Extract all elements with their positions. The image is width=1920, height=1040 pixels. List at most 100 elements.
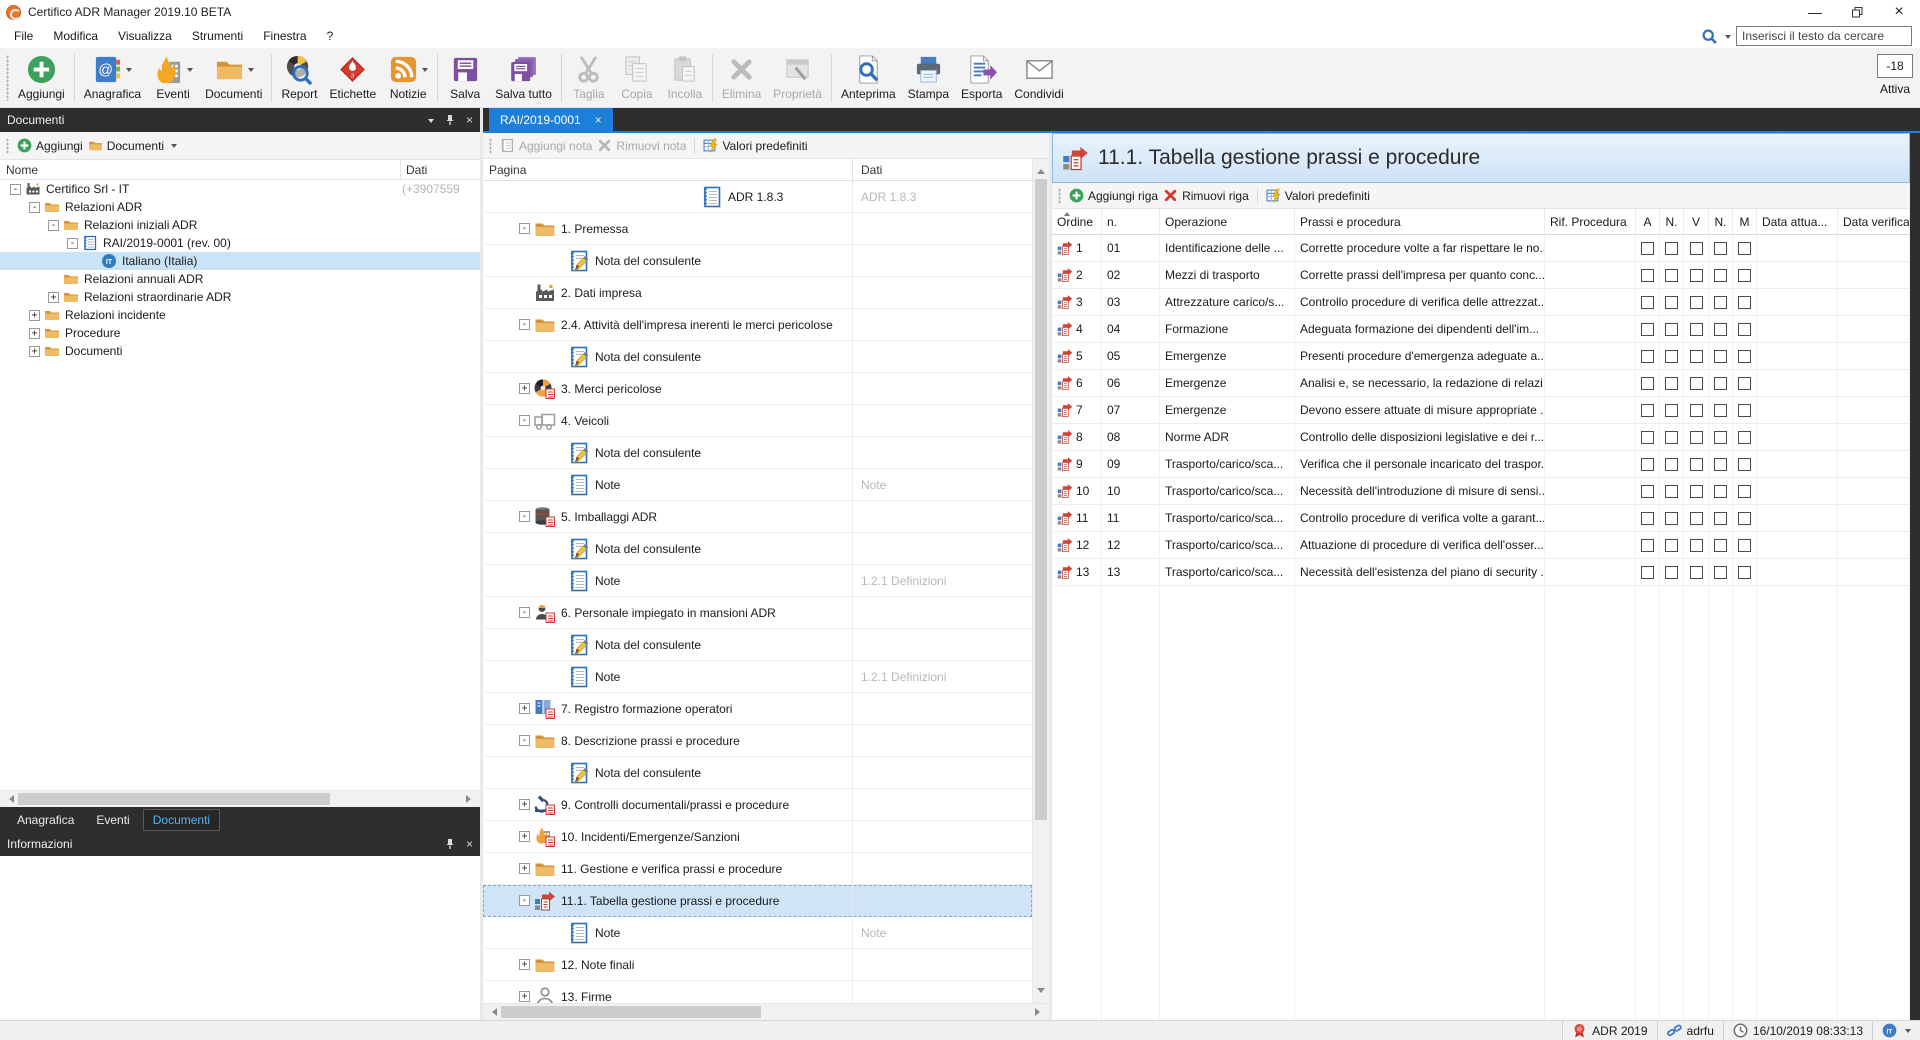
menu-file[interactable]: File (4, 26, 43, 46)
tree-item-relazioni-incidente[interactable]: +Relazioni incidente (0, 306, 480, 324)
close-button[interactable]: × (1878, 0, 1920, 24)
checkbox[interactable] (1690, 404, 1703, 417)
column-header-v[interactable]: V (1684, 209, 1709, 234)
collapse-icon[interactable]: - (519, 735, 530, 746)
page-item-12-note-finali[interactable]: +12. Note finali (483, 949, 1032, 981)
table-row[interactable]: 1010Trasporto/carico/sca...Necessità del… (1052, 478, 1910, 505)
checkbox[interactable] (1690, 269, 1703, 282)
expand-icon[interactable]: + (29, 328, 40, 339)
page-item-9-controlli-documentali-prassi-e-procedure[interactable]: +9. Controlli documentali/prassi e proce… (483, 789, 1032, 821)
expand-icon[interactable]: + (519, 863, 530, 874)
page-item-note[interactable]: Note1.2.1 Definizioni (483, 661, 1032, 693)
checkbox[interactable] (1738, 404, 1751, 417)
search-input[interactable] (1736, 26, 1912, 46)
pages-vertical-scrollbar[interactable] (1032, 159, 1049, 1003)
toolbar-eventi-button[interactable]: Eventi (147, 49, 199, 107)
checkbox[interactable] (1690, 350, 1703, 363)
sidebar-tab-anagrafica[interactable]: Anagrafica (8, 810, 83, 830)
checkbox[interactable] (1690, 458, 1703, 471)
page-item-note[interactable]: Note1.2.1 Definizioni (483, 565, 1032, 597)
chevron-down-icon[interactable] (187, 68, 193, 75)
checkbox[interactable] (1665, 539, 1678, 552)
checkbox[interactable] (1690, 566, 1703, 579)
toolbar-stampa-button[interactable]: Stampa (902, 49, 955, 107)
page-item-6-personale-impiegato-in-mansioni-adr[interactable]: -6. Personale impiegato in mansioni ADR (483, 597, 1032, 629)
add-row-button[interactable]: Aggiungi riga (1069, 188, 1158, 203)
checkbox[interactable] (1714, 512, 1727, 525)
checkbox[interactable] (1690, 485, 1703, 498)
checkbox[interactable] (1641, 323, 1654, 336)
checkbox[interactable] (1641, 269, 1654, 282)
column-header-n[interactable]: N. (1709, 209, 1733, 234)
toolbar-salva-tutto-button[interactable]: Salva tutto (489, 49, 558, 107)
checkbox[interactable] (1665, 296, 1678, 309)
table-row[interactable]: 707EmergenzeDevono essere attuate di mis… (1052, 397, 1910, 424)
toolbar-notizie-button[interactable]: Notizie (382, 49, 434, 107)
tree-item-documenti[interactable]: +Documenti (0, 342, 480, 360)
checkbox[interactable] (1665, 485, 1678, 498)
checkbox[interactable] (1690, 323, 1703, 336)
checkbox[interactable] (1714, 431, 1727, 444)
table-row[interactable]: 1212Trasporto/carico/sca...Attuazione di… (1052, 532, 1910, 559)
search-dropdown-icon[interactable] (1725, 35, 1731, 42)
tree-item-procedure[interactable]: +Procedure (0, 324, 480, 342)
checkbox[interactable] (1665, 566, 1678, 579)
checkbox[interactable] (1714, 242, 1727, 255)
page-item-note[interactable]: NoteNote (483, 917, 1032, 949)
toolbar-salva-button[interactable]: Salva (441, 49, 489, 107)
sidebar-close-icon[interactable]: × (466, 113, 473, 127)
checkbox[interactable] (1714, 458, 1727, 471)
checkbox[interactable] (1714, 269, 1727, 282)
table-row[interactable]: 303Attrezzature carico/s...Controllo pro… (1052, 289, 1910, 316)
expand-icon[interactable]: + (48, 292, 59, 303)
checkbox[interactable] (1641, 539, 1654, 552)
checkbox[interactable] (1738, 323, 1751, 336)
page-item-3-merci-pericolose[interactable]: +3. Merci pericolose (483, 373, 1032, 405)
page-item-2-4-attivit-dell-impresa-inerenti-le-merci-pericolose[interactable]: -2.4. Attività dell'impresa inerenti le … (483, 309, 1032, 341)
checkbox[interactable] (1641, 431, 1654, 444)
checkbox[interactable] (1714, 404, 1727, 417)
toolbar-report-button[interactable]: Report (275, 49, 323, 107)
collapse-icon[interactable]: - (519, 607, 530, 618)
checkbox[interactable] (1714, 323, 1727, 336)
remove-row-button[interactable]: Rimuovi riga (1163, 188, 1249, 203)
pages-horizontal-scrollbar[interactable] (483, 1003, 1049, 1020)
sidebar-add-button[interactable]: Aggiungi (17, 138, 83, 153)
scroll-left-icon[interactable] (488, 1008, 497, 1016)
column-header-m[interactable]: M (1733, 209, 1757, 234)
checkbox[interactable] (1714, 377, 1727, 390)
page-item-2-dati-impresa[interactable]: 2. Dati impresa (483, 277, 1032, 309)
checkbox[interactable] (1665, 458, 1678, 471)
expand-icon[interactable]: + (519, 991, 530, 1002)
sidebar-menu-icon[interactable] (428, 119, 434, 126)
chevron-down-icon[interactable] (126, 68, 132, 75)
checkbox[interactable] (1690, 512, 1703, 525)
attiva-counter[interactable]: -18 (1877, 54, 1913, 78)
toolbar-etichette-button[interactable]: 3Etichette (323, 49, 382, 107)
page-item-5-imballaggi-adr[interactable]: -5. Imballaggi ADR (483, 501, 1032, 533)
page-item-10-incidenti-emergenze-sanzioni[interactable]: +10. Incidenti/Emergenze/Sanzioni (483, 821, 1032, 853)
tree-item-relazioni-straordinarie-adr[interactable]: +Relazioni straordinarie ADR (0, 288, 480, 306)
checkbox[interactable] (1738, 269, 1751, 282)
tree-item-relazioni-annuali-adr[interactable]: Relazioni annuali ADR (0, 270, 480, 288)
table-row[interactable]: 808Norme ADRControllo delle disposizioni… (1052, 424, 1910, 451)
column-header-n[interactable]: n. (1102, 209, 1160, 234)
checkbox[interactable] (1714, 350, 1727, 363)
expand-icon[interactable]: + (519, 383, 530, 394)
checkbox[interactable] (1641, 485, 1654, 498)
column-header-ordine[interactable]: Ordine (1052, 209, 1102, 234)
toolbar-esporta-button[interactable]: Esporta (955, 49, 1008, 107)
page-item-11-1-tabella-gestione-prassi-e-procedure[interactable]: -11.1. Tabella gestione prassi e procedu… (483, 885, 1032, 917)
checkbox[interactable] (1738, 377, 1751, 390)
checkbox[interactable] (1690, 242, 1703, 255)
expand-icon[interactable]: + (519, 831, 530, 842)
checkbox[interactable] (1738, 296, 1751, 309)
tab-rai-2019-0001[interactable]: RAI/2019-0001 × (489, 108, 613, 131)
checkbox[interactable] (1641, 377, 1654, 390)
collapse-icon[interactable]: - (519, 319, 530, 330)
collapsed-panel-strip[interactable] (1910, 133, 1920, 1020)
table-row[interactable]: 202Mezzi di trasportoCorrette prassi del… (1052, 262, 1910, 289)
search-icon[interactable] (1702, 29, 1717, 44)
checkbox[interactable] (1641, 566, 1654, 579)
checkbox[interactable] (1641, 512, 1654, 525)
